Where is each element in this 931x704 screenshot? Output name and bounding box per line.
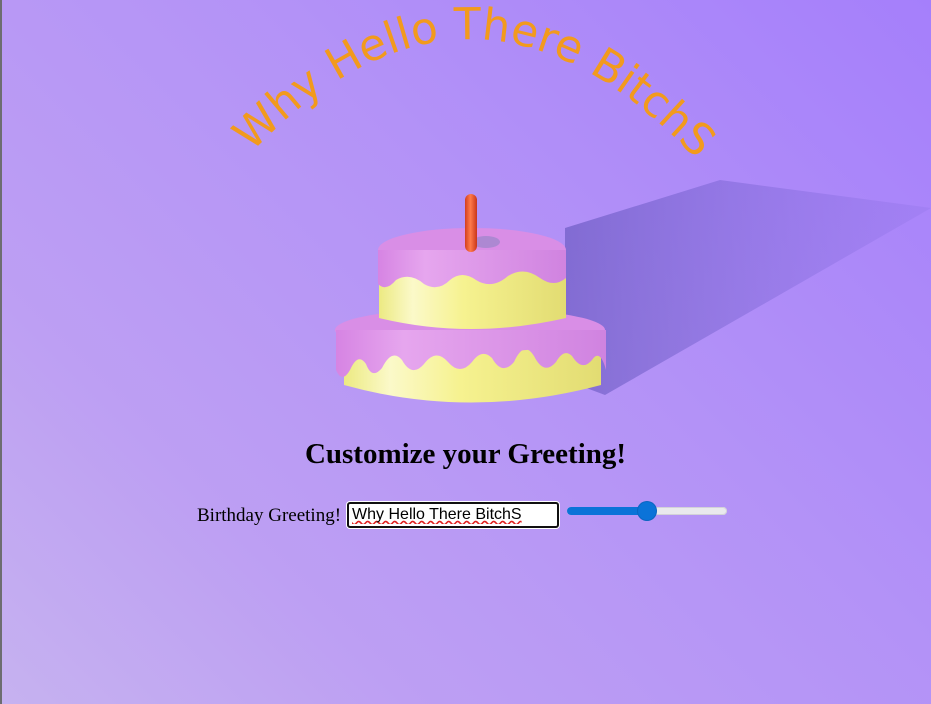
slider-thumb[interactable] <box>638 502 657 520</box>
page-title: Customize your Greeting! <box>304 438 627 470</box>
window-left-border <box>0 0 2 704</box>
birthday-cake-illustration <box>335 180 931 403</box>
cake-shadow <box>565 180 931 395</box>
greeting-arc-text: Why Hello There BitchS <box>223 0 725 167</box>
slider-fill <box>567 507 648 515</box>
greeting-size-slider[interactable] <box>567 501 728 521</box>
greeting-arc-label: Why Hello There BitchS <box>223 0 725 167</box>
greeting-form-row: Birthday Greeting! <box>197 500 728 530</box>
greeting-field-label: Birthday Greeting! <box>197 505 342 526</box>
candle <box>465 194 477 252</box>
greeting-text-input[interactable] <box>347 502 560 528</box>
